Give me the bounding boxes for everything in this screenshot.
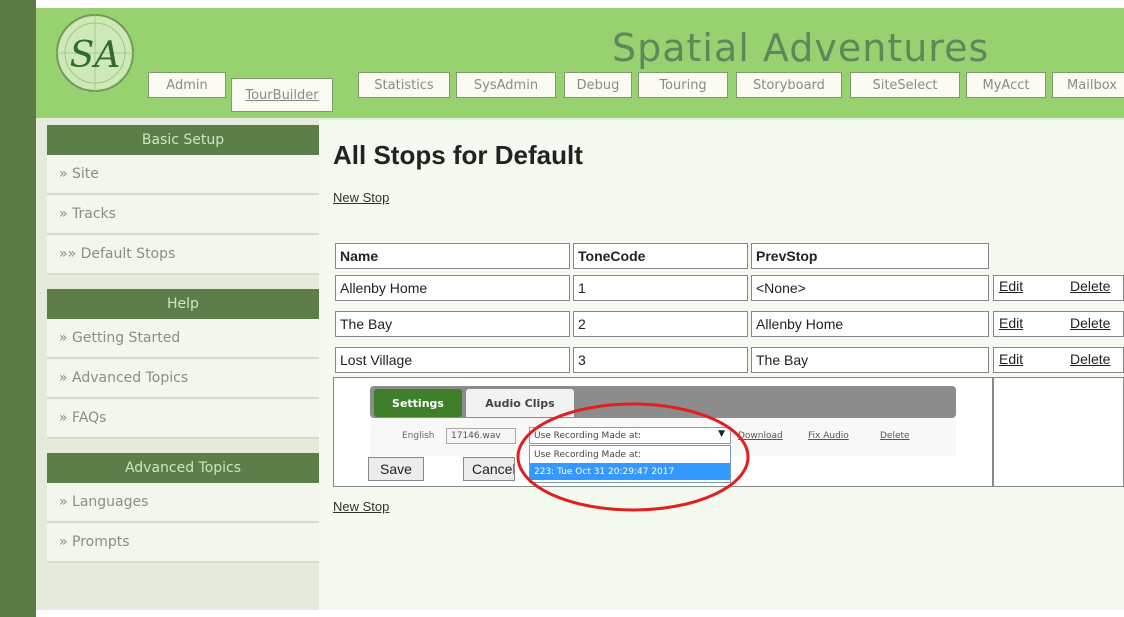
table-header-tonecode: ToneCode (573, 243, 748, 269)
sidebar-gap (47, 275, 319, 289)
edit-link[interactable]: Edit (999, 315, 1023, 331)
table-cell-tonecode: 2 (573, 311, 748, 337)
logo-text: SA (70, 35, 121, 76)
sidebar-section-advanced-topics: Advanced Topics (47, 453, 319, 483)
table-cell-name: Lost Village (335, 347, 570, 373)
tab-sysadmin[interactable]: SysAdmin (456, 72, 556, 98)
table-cell-prevstop: Allenby Home (751, 311, 989, 337)
tab-storyboard[interactable]: Storyboard (736, 72, 842, 98)
sidebar-section-help: Help (47, 289, 319, 319)
sidebar-section-basic-setup: Basic Setup (47, 125, 319, 155)
tab-statistics[interactable]: Statistics (358, 72, 450, 98)
sidebar: Basic Setup » Site » Tracks »» Default S… (47, 125, 319, 563)
table-cell-prevstop: <None> (751, 275, 989, 301)
delete-link[interactable]: Delete (1070, 315, 1110, 331)
tab-settings[interactable]: Settings (374, 389, 462, 417)
save-button[interactable]: Save (368, 457, 424, 481)
annotation-ellipse (516, 402, 750, 512)
tab-mailbox[interactable]: Mailbox (1052, 72, 1124, 98)
fix-audio-link[interactable]: Fix Audio (808, 431, 849, 441)
tab-myacct[interactable]: MyAcct (966, 72, 1046, 98)
new-stop-link-bottom[interactable]: New Stop (333, 499, 389, 514)
left-edge-bar (0, 0, 36, 617)
tab-siteselect[interactable]: SiteSelect (850, 72, 960, 98)
edit-link[interactable]: Edit (999, 278, 1023, 294)
clip-file-field: 17146.wav (446, 428, 516, 444)
cancel-button[interactable]: Cancel (463, 457, 515, 481)
table-header-prevstop: PrevStop (751, 243, 989, 269)
sidebar-item-default-stops[interactable]: »» Default Stops (47, 235, 319, 275)
sidebar-item-languages[interactable]: » Languages (47, 483, 319, 523)
edit-link[interactable]: Edit (999, 351, 1023, 367)
table-cell-tonecode: 1 (573, 275, 748, 301)
sidebar-item-tracks[interactable]: » Tracks (47, 195, 319, 235)
table-cell-tonecode: 3 (573, 347, 748, 373)
table-header-name: Name (335, 243, 570, 269)
sidebar-item-faqs[interactable]: » FAQs (47, 399, 319, 439)
sidebar-item-advanced-topics[interactable]: » Advanced Topics (47, 359, 319, 399)
sidebar-item-getting-started[interactable]: » Getting Started (47, 319, 319, 359)
sidebar-gap (47, 439, 319, 453)
site-title: Spatial Adventures (612, 26, 990, 70)
delete-link[interactable]: Delete (1070, 278, 1110, 294)
delete-link[interactable]: Delete (1070, 351, 1110, 367)
audio-delete-link[interactable]: Delete (880, 431, 910, 441)
table-cell-name: The Bay (335, 311, 570, 337)
sidebar-item-site[interactable]: » Site (47, 155, 319, 195)
table-cell-name: Allenby Home (335, 275, 570, 301)
tab-admin[interactable]: Admin (148, 72, 226, 98)
page-title: All Stops for Default (333, 140, 583, 170)
sidebar-item-prompts[interactable]: » Prompts (47, 523, 319, 563)
tab-touring[interactable]: Touring (638, 72, 728, 98)
language-label: English (402, 431, 435, 441)
tab-debug[interactable]: Debug (564, 72, 632, 98)
tab-tourbuilder[interactable]: TourBuilder (231, 78, 333, 112)
table-cell-prevstop: The Bay (751, 347, 989, 373)
new-stop-link-top[interactable]: New Stop (333, 190, 389, 205)
editor-side-cell (993, 377, 1124, 487)
sa-logo: SA (56, 14, 134, 92)
